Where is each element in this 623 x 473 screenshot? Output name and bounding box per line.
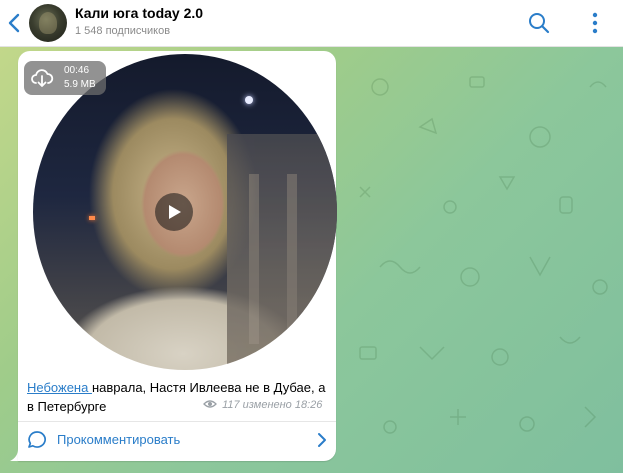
- edited-time: изменено 18:26: [242, 399, 323, 411]
- video-light: [245, 96, 253, 104]
- channel-title[interactable]: Кали юга today 2.0: [75, 5, 203, 21]
- subscriber-count: 1 548 подписчиков: [75, 25, 171, 37]
- eye-icon: [203, 400, 217, 408]
- search-icon[interactable]: [527, 11, 551, 35]
- video-background-building: [227, 134, 337, 364]
- message-meta: 117 изменено 18:26: [203, 399, 322, 411]
- view-count: 117: [222, 399, 240, 411]
- comment-button[interactable]: Прокомментировать: [57, 432, 180, 447]
- play-button[interactable]: [155, 193, 193, 231]
- video-file-size: 5.9 MB: [64, 79, 96, 90]
- video-info-badge[interactable]: 00:46 5.9 MB: [24, 61, 106, 95]
- caption-mention-link[interactable]: Небожена: [27, 380, 92, 395]
- chat-header: Кали юга today 2.0 1 548 подписчиков: [0, 0, 623, 47]
- play-icon: [169, 205, 181, 219]
- video-light: [89, 216, 95, 220]
- more-vertical-icon[interactable]: [585, 10, 605, 36]
- chevron-right-icon[interactable]: [317, 432, 327, 448]
- channel-avatar[interactable]: [29, 4, 67, 42]
- comment-icon[interactable]: [27, 430, 47, 450]
- video-duration: 00:46: [64, 65, 90, 76]
- cloud-download-icon[interactable]: [30, 66, 54, 90]
- chevron-left-icon[interactable]: [6, 12, 22, 34]
- divider: [18, 421, 336, 422]
